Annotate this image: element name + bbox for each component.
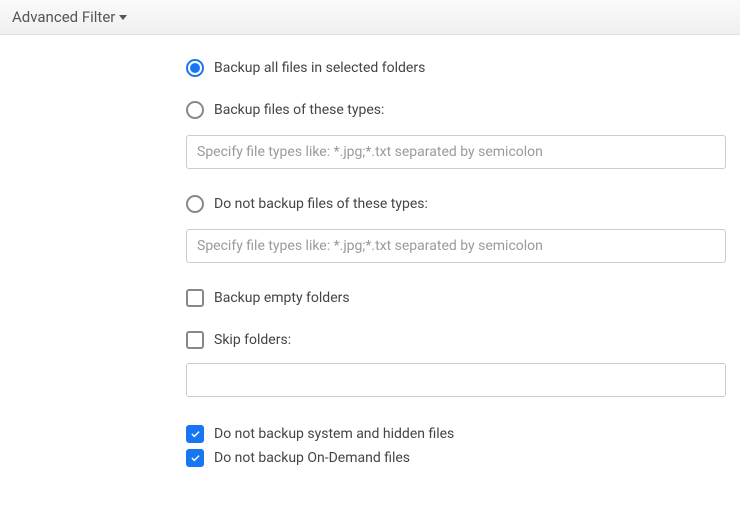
skip-folders-checkbox[interactable] — [186, 331, 204, 349]
backup-all-label: Backup all files in selected folders — [214, 60, 425, 76]
exclude-types-label: Do not backup files of these types: — [214, 196, 428, 212]
check-icon — [189, 428, 202, 441]
exclude-system-checkbox[interactable] — [186, 425, 204, 443]
backup-empty-checkbox[interactable] — [186, 289, 204, 307]
backup-types-radio[interactable] — [186, 101, 204, 119]
skip-folders-label: Skip folders: — [214, 332, 291, 348]
skip-folders-input[interactable] — [186, 363, 726, 397]
backup-empty-label: Backup empty folders — [214, 290, 350, 306]
exclude-ondemand-option[interactable]: Do not backup On-Demand files — [186, 449, 728, 467]
skip-folders-option[interactable]: Skip folders: — [186, 331, 728, 349]
exclude-types-radio[interactable] — [186, 195, 204, 213]
exclude-ondemand-checkbox[interactable] — [186, 449, 204, 467]
backup-all-radio[interactable] — [186, 59, 204, 77]
check-icon — [189, 452, 202, 465]
backup-types-input[interactable] — [186, 135, 726, 169]
backup-empty-option[interactable]: Backup empty folders — [186, 289, 728, 307]
exclude-types-option[interactable]: Do not backup files of these types: — [186, 195, 728, 213]
filter-content: Backup all files in selected folders Bac… — [0, 35, 740, 493]
header-title-text: Advanced Filter — [12, 8, 115, 26]
backup-types-label: Backup files of these types: — [214, 102, 384, 118]
caret-down-icon — [119, 15, 127, 20]
exclude-ondemand-label: Do not backup On-Demand files — [214, 450, 410, 466]
exclude-system-label: Do not backup system and hidden files — [214, 426, 454, 442]
exclude-types-input[interactable] — [186, 229, 726, 263]
backup-all-option[interactable]: Backup all files in selected folders — [186, 59, 728, 77]
advanced-filter-toggle[interactable]: Advanced Filter — [12, 8, 127, 26]
backup-types-option[interactable]: Backup files of these types: — [186, 101, 728, 119]
exclude-system-option[interactable]: Do not backup system and hidden files — [186, 425, 728, 443]
header-bar: Advanced Filter — [0, 0, 740, 35]
